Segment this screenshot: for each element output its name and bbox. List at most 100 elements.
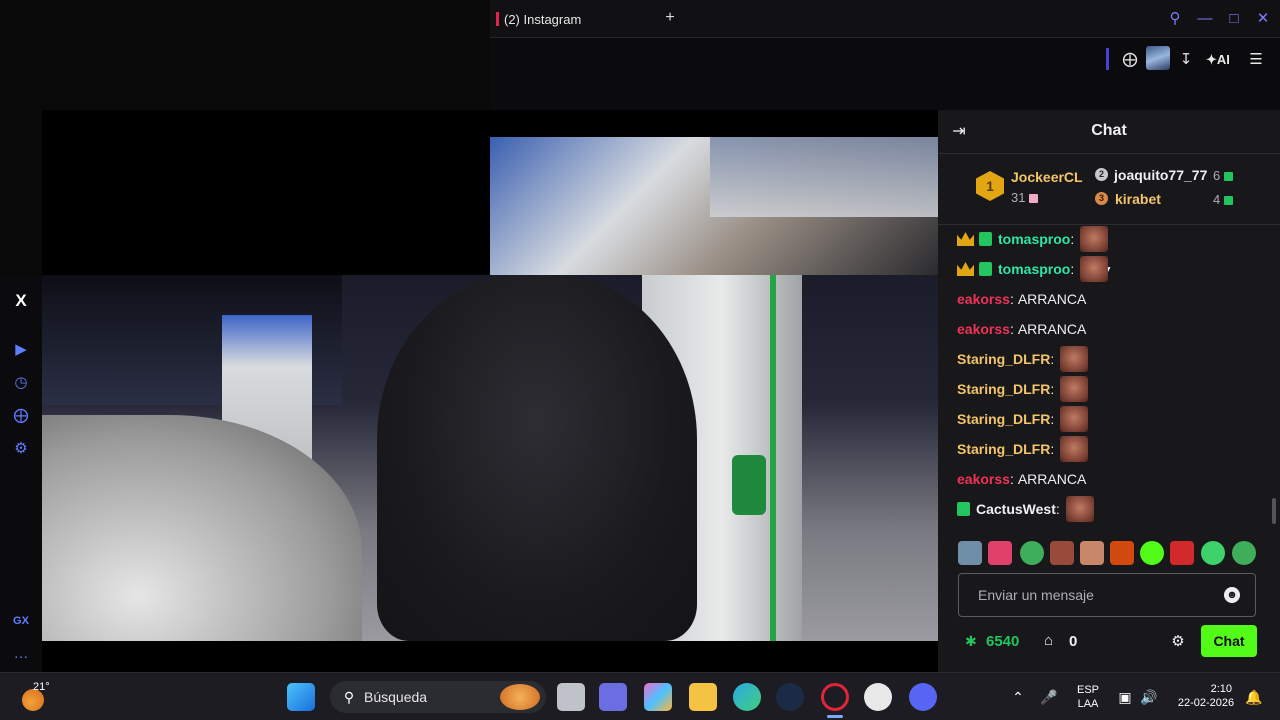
search-icon[interactable]: ⚲ [1164,8,1186,30]
copilot-icon[interactable] [644,683,672,711]
chat-separator: : [1009,321,1014,337]
discord-icon[interactable] [909,683,937,711]
rank-3-badge: 3 [1095,192,1108,205]
x-icon[interactable]: X [9,289,33,313]
chat-username[interactable]: eakorss [957,471,1010,487]
chat-text: ARRANCA [1017,321,1087,337]
task-view-icon[interactable] [557,683,585,711]
gift-badge-icon [979,232,992,246]
more-icon[interactable]: … [9,642,33,666]
language-bottom: LAA [1077,698,1099,710]
chat-username[interactable]: tomasproo [998,231,1070,247]
chat-separator: : [1050,411,1055,427]
chat-username[interactable]: Staring_DLFR [957,441,1050,457]
settings-icon[interactable]: ⚙ [9,437,33,461]
start-menu-icon[interactable] [287,683,315,711]
extensions-icon[interactable]: ⨁ [1118,48,1142,72]
extensions-icon[interactable]: ⨁ [9,404,33,428]
emote-quick-3[interactable] [1020,541,1044,565]
chat-text: ARRANCA [1017,471,1087,487]
play-icon[interactable]: ▶ [9,338,33,362]
emote-quick-10[interactable] [1232,541,1256,565]
chat-separator: : [1009,471,1014,487]
chat-username[interactable]: eakorss [957,321,1010,337]
chat-username[interactable]: Staring_DLFR [957,381,1050,397]
search-label: Búsqueda [364,689,428,705]
leader-1-name[interactable]: JockeerCL [1011,169,1083,185]
chat-message-input[interactable] [959,574,1219,616]
chat-username[interactable]: eakorss [957,291,1010,307]
chat-message: Staring_DLFR: [957,346,1089,372]
chat-text: ARRANCA [1017,291,1087,307]
chevron-up-icon[interactable]: ⌃ [1008,687,1028,707]
emote-quick-6[interactable] [1110,541,1134,565]
download-icon[interactable]: ↧ [1174,48,1198,72]
store-icon[interactable]: ⌂ [1044,632,1062,650]
chat-footer: ✱ 6540 ⌂ 0 ⚙ Chat [938,622,1280,662]
network-icon[interactable]: ▣ [1115,687,1135,707]
teams-icon[interactable] [599,683,627,711]
minimize-icon[interactable]: — [1194,8,1216,30]
emote-quick-2[interactable] [988,541,1012,565]
microphone-icon[interactable]: 🎤 [1039,687,1059,707]
tab-instagram[interactable]: (2) Instagram [490,6,581,32]
emote-quick-9[interactable] [1201,541,1225,565]
emoji-icon[interactable]: ☻ [1224,587,1240,603]
crown-badge-icon [957,262,974,276]
chat-header: ⇥ Chat [938,110,1280,154]
clock[interactable]: 2:10 22-02-2026 [1166,682,1246,710]
video-frame-upper [490,137,938,275]
chat-emote [1060,406,1089,432]
opera-gx-icon[interactable] [821,683,849,711]
obs-icon[interactable] [864,683,892,711]
chat-username[interactable]: Staring_DLFR [957,351,1050,367]
video-player[interactable] [42,110,938,672]
chat-emote [1060,346,1089,372]
chat-message: Staring_DLFR: [957,406,1089,432]
language-indicator[interactable]: ESP LAA [1073,683,1103,711]
gear-icon[interactable]: ⚙ [1168,632,1188,652]
profile-avatar[interactable] [1146,46,1170,70]
menu-icon[interactable]: ☰ [1244,48,1268,72]
volume-icon[interactable]: 🔊 [1139,687,1159,707]
language-top: ESP [1076,684,1099,696]
file-explorer-icon[interactable] [689,683,717,711]
video-hose [770,275,776,641]
gx-icon[interactable]: GX [9,609,33,633]
chat-username[interactable]: CactusWest [976,501,1056,517]
clock-date: 22-02-2026 [1177,697,1235,709]
leader-1-count: 31 [1011,190,1039,205]
notifications-icon[interactable]: 🔔 [1244,687,1264,707]
chat-separator: : [1050,351,1055,367]
emote-quick-4[interactable] [1050,541,1074,565]
plus-icon[interactable]: + [660,8,680,28]
video-car [42,415,362,641]
chat-input-box[interactable]: ☻ [958,573,1256,617]
leader-3-name[interactable]: kirabet [1115,191,1161,207]
chat-separator: : [1055,501,1060,517]
leader-2-name[interactable]: joaquito77_77 [1114,167,1207,183]
close-icon[interactable]: ✕ [1252,8,1274,30]
rank-1-badge: 1 [976,171,1004,201]
taskbar-search[interactable]: ⚲ Búsqueda [330,681,546,713]
steam-icon[interactable] [776,683,804,711]
chat-username[interactable]: tomasproo [998,261,1070,277]
ai-button[interactable]: ✦AI [1206,48,1230,72]
maximize-icon[interactable]: □ [1223,8,1245,30]
emote-quick-7[interactable] [1140,541,1164,565]
gift-badge-icon [979,262,992,276]
crown-badge-icon [957,232,974,246]
leader-3-count: 4 [1213,192,1234,207]
chat-message: Staring_DLFR: [957,436,1089,462]
send-chat-button[interactable]: Chat [1201,625,1257,657]
emote-quick-1[interactable] [958,541,982,565]
emote-quick-5[interactable] [1080,541,1104,565]
chat-username[interactable]: Staring_DLFR [957,411,1050,427]
channel-points[interactable]: 6540 [986,633,1019,650]
edge-icon[interactable] [733,683,761,711]
browser-toolbar: ⨁ ↧ ✦AI ☰ [490,38,1280,110]
history-icon[interactable]: ◷ [9,371,33,395]
emote-quick-8[interactable] [1170,541,1194,565]
chat-scrollbar[interactable] [1272,498,1276,524]
chat-message: eakorss: ARRANCA [957,316,1086,342]
